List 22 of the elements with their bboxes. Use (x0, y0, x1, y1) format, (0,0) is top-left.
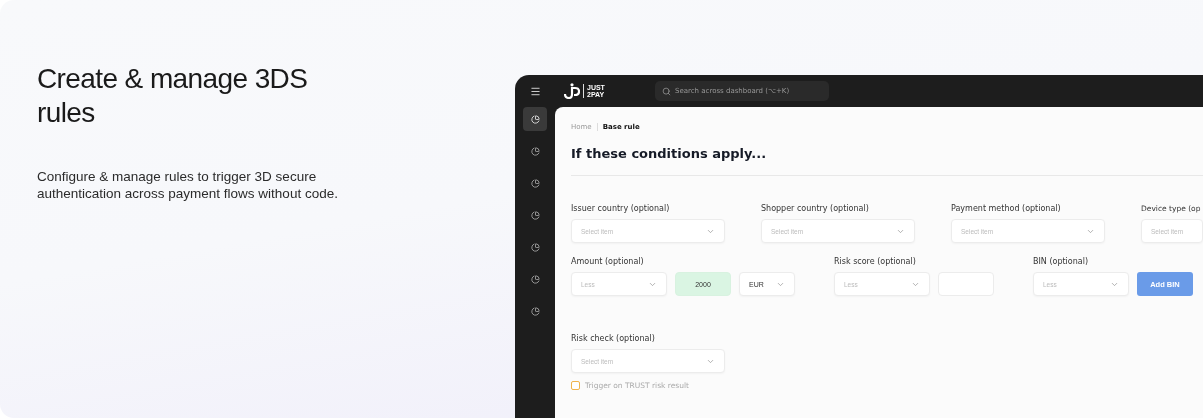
logo-icon (564, 83, 580, 99)
hero-title: Create & manage 3DS rules (37, 62, 309, 130)
field-label: Payment method (optional) (951, 204, 1062, 214)
pie-chart-icon (530, 178, 540, 188)
field-label: Risk check (optional) (571, 334, 656, 344)
pie-chart-icon (530, 306, 540, 316)
section-heading: If these conditions apply... (571, 146, 768, 161)
field-label: BIN (optional) (1033, 257, 1090, 267)
search-icon (662, 86, 671, 96)
pie-chart-icon (530, 210, 540, 220)
field-label: Issuer country (optional) (571, 204, 671, 214)
hero-description: Configure & manage rules to trigger 3D secure authentication across payment flows without code. (37, 168, 339, 202)
field-label: Amount (optional) (571, 257, 645, 267)
sidebar-item[interactable] (523, 107, 547, 131)
pie-chart-icon (530, 114, 540, 124)
pie-chart-icon (530, 146, 540, 156)
pie-chart-icon (530, 242, 540, 252)
checkbox[interactable] (571, 381, 580, 390)
pie-chart-icon (530, 274, 540, 284)
field-label: Risk score (optional) (834, 257, 917, 267)
menu-icon (529, 85, 541, 97)
field-label: Shopper country (optional) (761, 204, 870, 214)
